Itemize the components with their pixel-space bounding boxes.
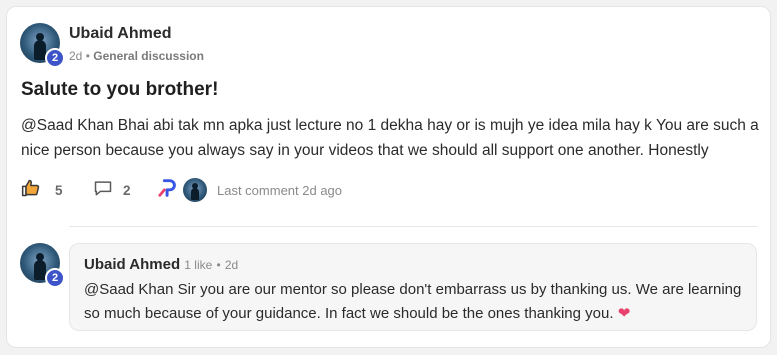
reply-like-count: 1 like [184, 258, 213, 272]
thumbs-up-icon [21, 178, 41, 203]
comment-count: 2 [123, 182, 131, 198]
post-time[interactable]: 2d [69, 49, 82, 63]
reply-text: @Saad Khan Sir you are our mentor so ple… [84, 278, 748, 326]
level-badge: 2 [45, 48, 65, 68]
post-actions: 5 2 Last comment 2d ago [21, 177, 521, 203]
like-count: 5 [55, 182, 63, 198]
reply-time: 2d [224, 258, 239, 272]
post-category[interactable]: General discussion [93, 49, 204, 63]
reply-bubble: Ubaid Ahmed 1 like • 2d @Saad Khan Sir y… [69, 243, 757, 331]
like-button[interactable] [21, 177, 41, 203]
post-title[interactable]: Salute to you brother! [21, 79, 218, 101]
p-logo-icon [157, 177, 179, 204]
reply-header: Ubaid Ahmed 1 like • 2d [84, 256, 238, 273]
heart-icon: ❤ [617, 305, 631, 322]
reply-meta-separator: • [216, 258, 221, 272]
reply-author-avatar[interactable]: 2 [20, 243, 65, 288]
commenter-avatar [183, 178, 207, 202]
divider [69, 226, 757, 227]
post-card: 2 Ubaid Ahmed 2d • General discussion Sa… [6, 6, 771, 348]
level-badge: 2 [45, 268, 65, 288]
post-body: @Saad Khan Bhai abi tak mn apka just lec… [21, 117, 759, 159]
comment-button[interactable] [93, 177, 113, 203]
post-meta: 2d • General discussion [69, 49, 204, 63]
reply-author-name[interactable]: Ubaid Ahmed [84, 256, 180, 273]
reply-body: @Saad Khan Sir you are our mentor so ple… [84, 281, 742, 322]
last-comment-time[interactable]: Last comment 2d ago [217, 183, 342, 198]
meta-separator: • [85, 49, 90, 63]
commenter-avatars[interactable] [157, 177, 207, 203]
author-avatar[interactable]: 2 [20, 23, 65, 68]
comment-icon [93, 178, 113, 203]
author-name[interactable]: Ubaid Ahmed [69, 25, 172, 43]
